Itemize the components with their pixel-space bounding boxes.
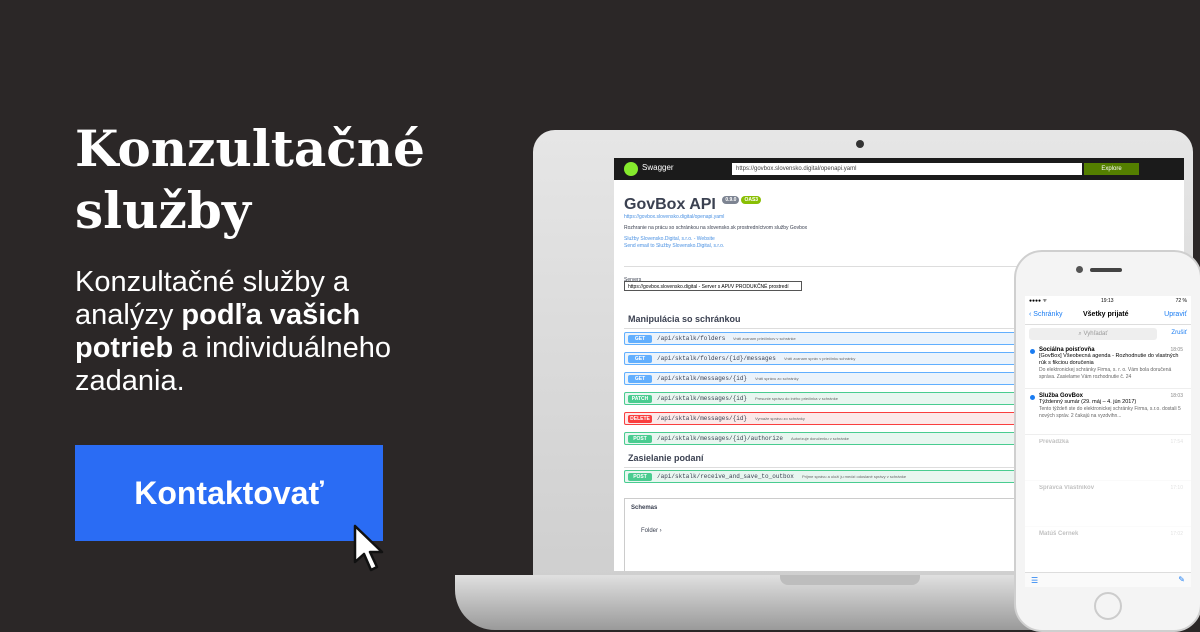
cursor-icon (353, 524, 384, 572)
schema-item[interactable]: Folder › (641, 528, 662, 534)
phone-screen: ●●●● ᯤ 19:13 72 % ‹ Schránky Všetky prij… (1025, 296, 1191, 587)
back-button[interactable]: ‹ Schránky (1029, 311, 1062, 318)
mailbox-title: Všetky prijaté (1083, 311, 1129, 318)
search-input[interactable]: ⌕ Vyhľadať (1029, 328, 1157, 340)
explore-button[interactable]: Explore (1084, 163, 1139, 175)
mail-time: 18:03 (1170, 393, 1183, 399)
endpoint-path: /api/sktalk/receive_and_save_to_outbox (657, 473, 794, 480)
contact-website-link[interactable]: Služby Slovensko.Digital, s.r.o. - Websi… (624, 236, 715, 242)
home-button[interactable] (1094, 592, 1122, 620)
endpoint-path: /api/sktalk/messages/{id}/authorize (657, 435, 784, 442)
mail-subject: [GovBox] Všeobecná agenda - Rozhodnutie … (1039, 353, 1179, 366)
hero-subtitle: Konzultačné služby a analýzy podľa vašic… (75, 266, 455, 398)
compose-icon[interactable]: ✎ (1178, 575, 1185, 584)
laptop-notch (780, 575, 920, 585)
endpoint-description: Vymaže správu zo schránky (755, 416, 805, 421)
unread-dot-icon (1030, 395, 1035, 400)
swagger-logo-text: Swagger (642, 163, 674, 172)
api-link[interactable]: https://govbox.slovensko.digital/openapi… (624, 214, 724, 220)
servers-select-value: https://govbox.slovensko.digital - Serve… (628, 284, 789, 290)
api-title-text: GovBox API (624, 196, 716, 213)
mail-list-item[interactable]: Sociálna poisťovňa 18:05 [GovBox] Všeobecn… (1025, 343, 1191, 389)
contact-button[interactable]: Kontaktovať (75, 445, 383, 541)
unread-dot-icon (1030, 349, 1035, 354)
mail-time: 18:05 (1170, 347, 1183, 353)
swagger-topbar: Swagger https://govbox.slovensko.digital… (614, 158, 1184, 180)
http-method-badge: GET (628, 375, 652, 383)
phone-camera (1076, 266, 1083, 273)
mail-list-item[interactable]: Správca Vlastníkov 17:10 (1025, 481, 1191, 527)
mail-list-item[interactable]: Služba GovBox 18:03 Týždenný sumár (29. má… (1025, 389, 1191, 435)
mail-time: 17:54 (1170, 439, 1183, 445)
http-method-badge: PATCH (628, 395, 652, 403)
endpoint-description: Prijme správu a uloží ju medzi odoslané … (802, 474, 907, 479)
mail-time: 17:02 (1170, 531, 1183, 537)
mail-list-item[interactable]: Matúš Černek 17:02 (1025, 527, 1191, 573)
endpoint-path: /api/sktalk/folders/{id}/messages (657, 355, 776, 362)
edit-button[interactable]: Upraviť (1164, 311, 1187, 318)
mail-navbar: ‹ Schránky Všetky prijaté Upraviť (1025, 306, 1191, 325)
endpoint-description: Vráti zoznam priečinkov v schránke (733, 336, 796, 341)
version-badge: 0.9.0 (722, 196, 740, 204)
filter-icon[interactable]: ☰ (1031, 576, 1038, 585)
endpoint-path: /api/sktalk/messages/{id} (657, 375, 748, 382)
api-title: GovBox API 0.9.0 OAS3 (624, 196, 762, 214)
mail-toolbar: ☰ ✎ (1025, 572, 1191, 587)
phone-speaker (1090, 268, 1122, 272)
endpoint-description: Presunie správu do iného priečinka v sch… (755, 396, 838, 401)
battery-indicator: 72 % (1175, 298, 1187, 304)
contact-email-link[interactable]: Send email to Služby Slovensko.Digital, … (624, 243, 724, 249)
section-title-mailbox[interactable]: Manipulácia so schránkou (628, 314, 741, 324)
mail-sender: Matúš Černek (1039, 531, 1079, 537)
section-title-submissions[interactable]: Zasielanie podaní (628, 453, 704, 463)
http-method-badge: DELETE (628, 415, 652, 423)
schema-item-label: Folder (641, 528, 659, 534)
endpoint-path: /api/sktalk/messages/{id} (657, 415, 748, 422)
endpoint-path: /api/sktalk/messages/{id} (657, 395, 748, 402)
mail-preview: Tento týždeň ste do elektronickej schrán… (1039, 406, 1181, 419)
mail-sender: Prevádzka (1039, 439, 1069, 445)
mail-list-item[interactable]: Prevádzka 17:54 (1025, 435, 1191, 481)
search-cancel-button[interactable]: Zrušiť (1171, 330, 1187, 336)
http-method-badge: POST (628, 473, 652, 481)
signal-indicator: ●●●● ᯤ (1029, 298, 1048, 304)
laptop-camera (856, 140, 864, 148)
swagger-logo-icon (624, 162, 638, 176)
mail-preview: Do elektronickej schránky Firma, s. r. o… (1039, 367, 1172, 380)
schemas-title[interactable]: Schemas (631, 505, 657, 511)
endpoint-description: Vráti správu zo schránky (755, 376, 799, 381)
search-row: ⌕ Vyhľadať Zrušiť (1025, 325, 1191, 343)
hero-title: Konzultačné služby (75, 119, 425, 240)
mail-sender: Správca Vlastníkov (1039, 485, 1095, 491)
endpoint-description: Vráti zoznam správ v priečinku schránky (784, 356, 856, 361)
mail-time: 17:10 (1170, 485, 1183, 491)
oas-badge: OAS3 (741, 196, 762, 204)
mail-subject: Týždenný sumár (29. máj – 4. jún 2017) (1039, 399, 1137, 405)
status-time: 19:13 (1101, 298, 1114, 304)
endpoint-description: Autorizuje doručenku v schránke (791, 436, 850, 441)
servers-select[interactable]: https://govbox.slovensko.digital - Serve… (624, 281, 802, 291)
http-method-badge: GET (628, 355, 652, 363)
http-method-badge: GET (628, 335, 652, 343)
endpoint-path: /api/sktalk/folders (657, 335, 726, 342)
api-description: Rozhranie na prácu so schránkou na slove… (624, 225, 808, 231)
url-input[interactable]: https://govbox.slovensko.digital/openapi… (732, 163, 1082, 175)
http-method-badge: POST (628, 435, 652, 443)
status-bar: ●●●● ᯤ 19:13 72 % (1025, 296, 1191, 306)
